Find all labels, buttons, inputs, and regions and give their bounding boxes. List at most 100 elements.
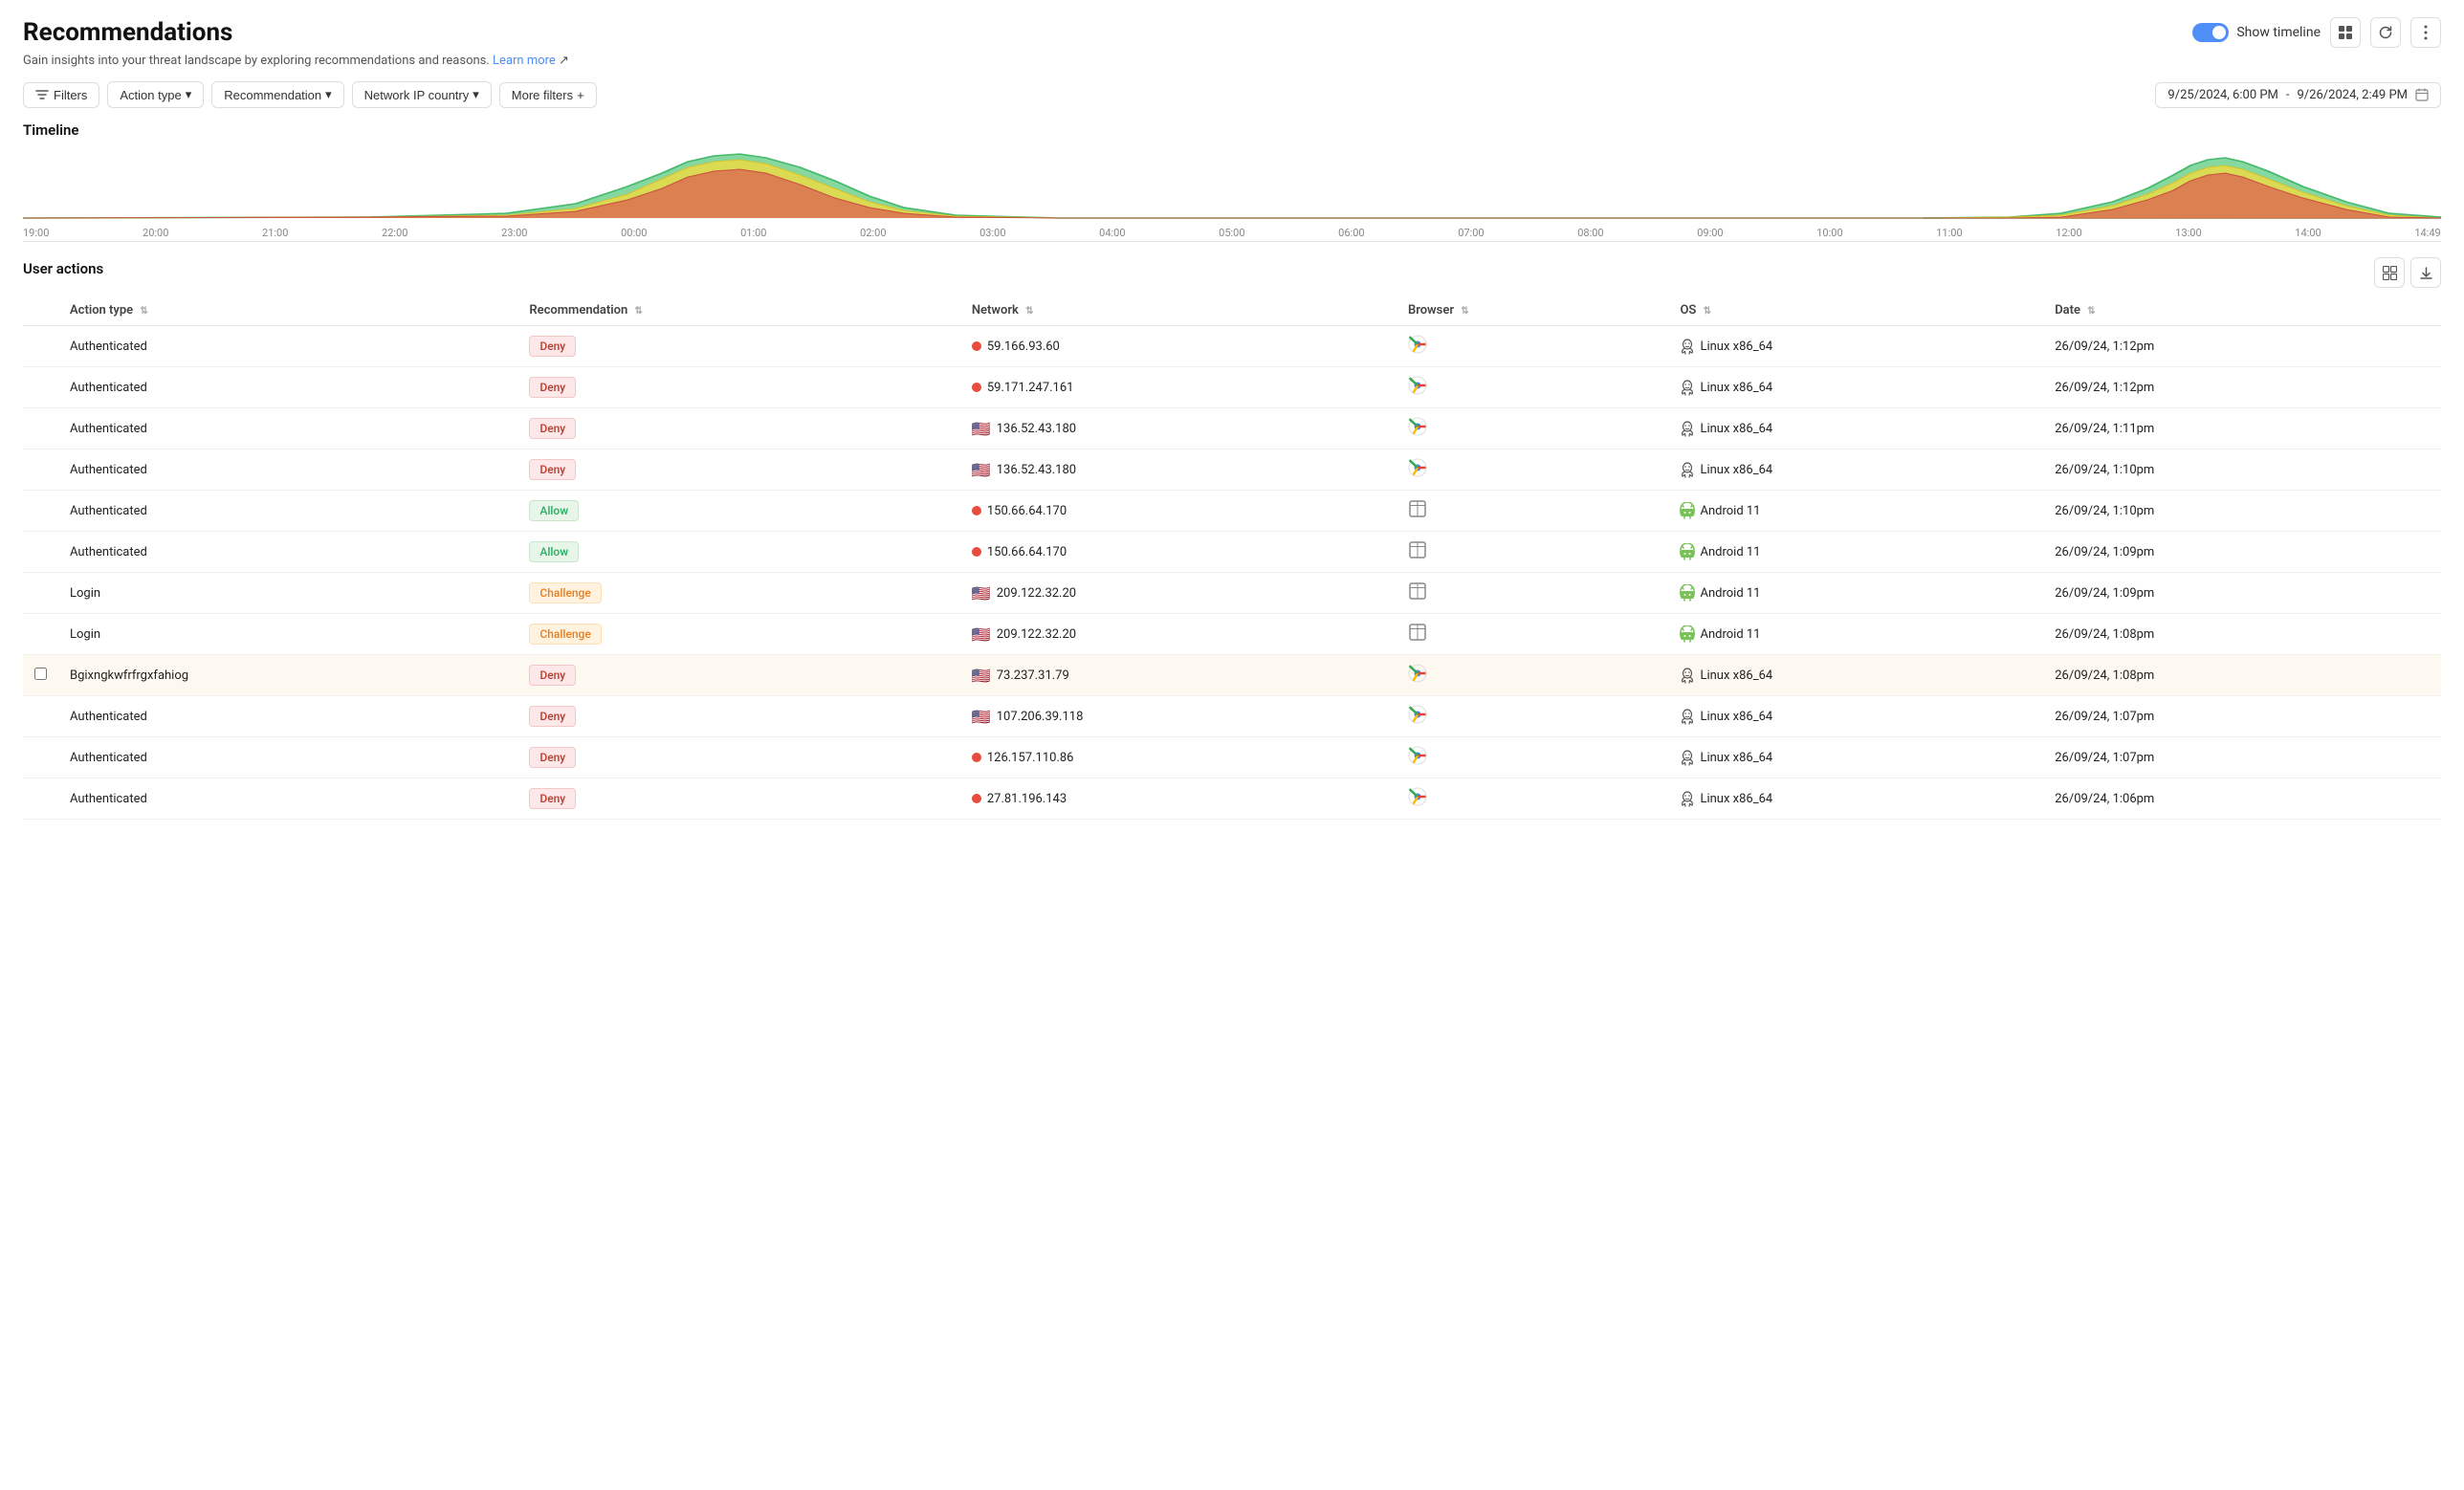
action-type-cell: Bgixngkwfrfrgxfahiog (58, 655, 517, 696)
network-cell: 126.157.110.86 (960, 737, 1397, 778)
browser-cell (1397, 408, 1669, 449)
chrome-icon (1408, 458, 1427, 477)
date-cell: 26/09/24, 1:10pm (2043, 449, 2441, 491)
row-checkbox-cell (23, 573, 58, 614)
action-type-cell: Authenticated (58, 408, 517, 449)
ip-address: 59.166.93.60 (987, 340, 1060, 354)
col-os: OS ⇅ (1668, 296, 2043, 326)
row-checkbox-cell (23, 655, 58, 696)
calendar-icon (2415, 88, 2429, 101)
table-row[interactable]: LoginChallenge🇺🇸209.122.32.20 Android 11… (23, 573, 2441, 614)
os-cell: Linux x86_64 (1668, 408, 2043, 449)
recommendation-cell: Deny (517, 655, 959, 696)
table-row[interactable]: AuthenticatedDeny🇺🇸136.52.43.180 Linux x… (23, 449, 2441, 491)
android-icon (1680, 502, 1695, 519)
os-cell: Android 11 (1668, 573, 2043, 614)
country-flag: 🇺🇸 (972, 584, 991, 603)
table-row[interactable]: AuthenticatedDeny59.171.247.161 Linux x8… (23, 367, 2441, 408)
table-view-button[interactable] (2330, 17, 2361, 48)
linux-icon (1680, 667, 1695, 684)
recommendation-badge: Deny (529, 377, 576, 398)
recommendation-badge: Allow (529, 500, 579, 521)
linux-icon (1680, 790, 1695, 807)
timeline-title: Timeline (23, 121, 2441, 139)
recommendation-badge: Challenge (529, 624, 601, 645)
action-type-cell: Authenticated (58, 449, 517, 491)
timeline-label: 12:00 (2056, 227, 2081, 239)
show-timeline-toggle[interactable]: Show timeline (2192, 23, 2321, 42)
timeline-label: 10:00 (1816, 227, 1842, 239)
timeline-label: 06:00 (1338, 227, 1364, 239)
os-label: Linux x86_64 (1700, 668, 1772, 683)
more-options-button[interactable] (2410, 17, 2441, 48)
recommendation-cell: Deny (517, 696, 959, 737)
network-ip-filter[interactable]: Network IP country ▾ (352, 81, 492, 108)
more-filters-button[interactable]: More filters + (499, 82, 597, 108)
date-cell: 26/09/24, 1:08pm (2043, 655, 2441, 696)
learn-more-link[interactable]: Learn more (493, 54, 556, 68)
filters-button[interactable]: Filters (23, 82, 99, 108)
section-header: User actions (23, 257, 2441, 288)
country-flag: 🇺🇸 (972, 461, 991, 479)
browser-cell (1397, 696, 1669, 737)
timeline-toggle-switch[interactable] (2192, 23, 2229, 42)
timeline-label: 04:00 (1099, 227, 1125, 239)
network-cell: 🇺🇸209.122.32.20 (960, 573, 1397, 614)
browser-cell (1397, 367, 1669, 408)
recommendation-cell: Deny (517, 408, 959, 449)
chevron-down-icon: ▾ (473, 87, 479, 102)
chrome-icon (1408, 705, 1427, 724)
network-cell: 59.171.247.161 (960, 367, 1397, 408)
table-row[interactable]: LoginChallenge🇺🇸209.122.32.20 Android 11… (23, 614, 2441, 655)
action-type-cell: Authenticated (58, 532, 517, 573)
row-checkbox[interactable] (34, 668, 47, 680)
ip-address: 150.66.64.170 (987, 545, 1067, 559)
col-recommendation: Recommendation ⇅ (517, 296, 959, 326)
download-button[interactable] (2410, 257, 2441, 288)
ip-address: 150.66.64.170 (987, 504, 1067, 518)
subtitle: Gain insights into your threat landscape… (23, 54, 2441, 68)
action-type-cell: Authenticated (58, 737, 517, 778)
recommendation-cell: Challenge (517, 573, 959, 614)
row-checkbox-cell (23, 326, 58, 367)
date-range-picker[interactable]: 9/25/2024, 6:00 PM - 9/26/2024, 2:49 PM (2155, 82, 2441, 108)
red-dot-indicator (972, 547, 981, 557)
date-cell: 26/09/24, 1:07pm (2043, 696, 2441, 737)
table-grid-button[interactable] (2374, 257, 2405, 288)
table-row[interactable]: AuthenticatedDeny🇺🇸136.52.43.180 Linux x… (23, 408, 2441, 449)
action-type-cell: Authenticated (58, 491, 517, 532)
timeline-svg (23, 146, 2441, 223)
browser-cell (1397, 532, 1669, 573)
ellipsis-icon (2424, 25, 2428, 40)
table-row[interactable]: AuthenticatedDeny59.166.93.60 Linux x86_… (23, 326, 2441, 367)
col-date: Date ⇅ (2043, 296, 2441, 326)
timeline-label: 11:00 (1936, 227, 1962, 239)
table-row[interactable]: AuthenticatedAllow150.66.64.170 Android … (23, 532, 2441, 573)
recommendation-cell: Allow (517, 532, 959, 573)
row-checkbox-cell (23, 737, 58, 778)
recommendation-cell: Deny (517, 326, 959, 367)
country-flag: 🇺🇸 (972, 708, 991, 726)
table-row[interactable]: Authenticated Allow 150.66.64.170 Android … (23, 491, 2441, 532)
action-type-cell: Authenticated (58, 367, 517, 408)
col-network: Network ⇅ (960, 296, 1397, 326)
user-actions-title: User actions (23, 260, 103, 277)
browser-cell (1397, 573, 1669, 614)
table-row[interactable]: AuthenticatedDeny126.157.110.86 Linux x8… (23, 737, 2441, 778)
refresh-button[interactable] (2370, 17, 2401, 48)
col-action-type: Action type ⇅ (58, 296, 517, 326)
chrome-icon (1408, 417, 1427, 436)
network-cell: 150.66.64.170 (960, 491, 1397, 532)
recommendation-badge: Deny (529, 665, 576, 686)
ip-address: 126.157.110.86 (987, 751, 1074, 765)
table-row[interactable]: BgixngkwfrfrgxfahiogDeny🇺🇸73.237.31.79 L… (23, 655, 2441, 696)
recommendation-filter[interactable]: Recommendation ▾ (211, 81, 343, 108)
action-type-filter[interactable]: Action type ▾ (107, 81, 204, 108)
table-row[interactable]: AuthenticatedDeny🇺🇸107.206.39.118 Linux … (23, 696, 2441, 737)
date-cell: 26/09/24, 1:09pm (2043, 573, 2441, 614)
row-checkbox-cell (23, 778, 58, 820)
chrome-icon (1408, 787, 1427, 806)
os-cell: Android 11 (1668, 491, 2043, 532)
filters-row: Filters Action type ▾ Recommendation ▾ N… (23, 81, 2441, 108)
table-row[interactable]: AuthenticatedDeny27.81.196.143 Linux x86… (23, 778, 2441, 820)
